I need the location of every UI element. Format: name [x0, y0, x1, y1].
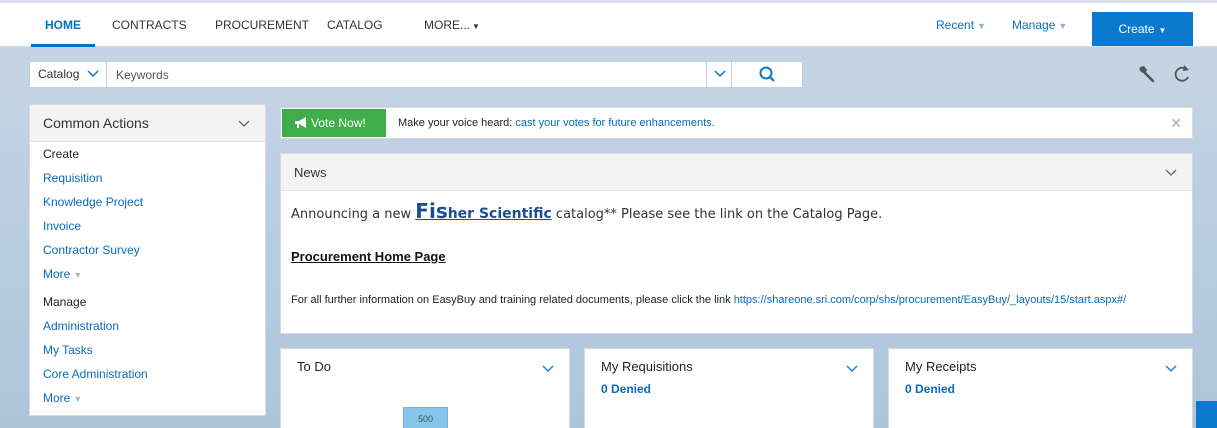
vote-message: Make your voice heard: cast your votes f… — [398, 108, 715, 138]
requisitions-denied-link[interactable]: 0 Denied — [601, 382, 651, 396]
news-further-info: For all further information on EasyBuy a… — [291, 293, 1171, 307]
vote-link[interactable]: cast your votes for future enhancements. — [515, 117, 714, 129]
vote-text: Make your voice heard: — [398, 117, 513, 129]
create-label: Create — [1118, 22, 1155, 36]
news-title: News — [294, 165, 327, 180]
requisitions-title: My Requisitions — [601, 359, 693, 374]
news-announcement: Announcing a new Fisher Scientific catal… — [291, 198, 882, 228]
vote-now-button[interactable]: Vote Now! — [282, 109, 386, 137]
chevron-down-icon[interactable] — [541, 361, 555, 375]
todo-widget: To Do 500 — [280, 348, 570, 428]
easybuy-link[interactable]: https://shareone.sri.com/corp/shs/procur… — [734, 294, 1127, 306]
create-heading: Create — [43, 147, 80, 161]
tab-catalog[interactable]: CATALOG — [327, 3, 383, 47]
common-actions-list: Create Requisition Knowledge Project Inv… — [30, 142, 265, 410]
top-nav: HOME CONTRACTS PROCUREMENT CATALOG MORE.… — [0, 3, 1217, 47]
action-administration[interactable]: Administration — [43, 314, 265, 338]
action-requisition[interactable]: Requisition — [43, 166, 265, 190]
chevron-down-icon — [237, 105, 251, 142]
procurement-home-link[interactable]: Procurement Home Page — [291, 249, 446, 264]
recent-menu[interactable]: Recent ▼ — [936, 3, 986, 47]
chevron-down-icon[interactable] — [1164, 361, 1178, 375]
vote-now-label: Vote Now! — [311, 116, 366, 130]
tab-home[interactable]: HOME — [31, 3, 95, 47]
news-header[interactable]: News — [281, 154, 1192, 191]
manage-more-label: More — [43, 391, 71, 405]
announce-suffix: catalog** Please see the link on the Cat… — [555, 207, 883, 222]
requisitions-widget: My Requisitions 0 Denied — [584, 348, 874, 428]
recent-label: Recent — [936, 18, 975, 32]
tab-procurement[interactable]: PROCUREMENT — [215, 3, 309, 47]
chevron-down-icon — [714, 70, 726, 77]
manage-heading: Manage — [43, 295, 87, 309]
action-my-tasks[interactable]: My Tasks — [43, 338, 265, 362]
search-input[interactable] — [108, 62, 734, 87]
fisher-big-text: Fis — [415, 199, 448, 223]
action-contractor-survey[interactable]: Contractor Survey — [43, 238, 265, 262]
caret-down-icon: ▼ — [73, 394, 83, 404]
announce-prefix: Announcing a new — [291, 207, 412, 222]
wrench-icon[interactable] — [1137, 63, 1159, 85]
common-actions-header[interactable]: Common Actions — [30, 105, 265, 142]
caret-down-icon: ▼ — [472, 22, 480, 31]
news-panel: News Announcing a new Fisher Scientific … — [280, 153, 1193, 334]
action-invoice[interactable]: Invoice — [43, 214, 265, 238]
caret-down-icon: ▼ — [977, 21, 986, 31]
search-category-select[interactable]: Catalog — [30, 62, 107, 87]
tab-more-label: MORE... — [424, 18, 471, 32]
receipts-title: My Receipts — [905, 359, 977, 374]
manage-more-link[interactable]: More ▼ — [43, 386, 265, 410]
todo-title: To Do — [297, 359, 331, 374]
search-options-dropdown[interactable] — [706, 62, 732, 87]
chevron-down-icon — [1164, 154, 1178, 191]
tab-contracts[interactable]: CONTRACTS — [112, 3, 187, 47]
chevron-down-icon — [87, 62, 99, 87]
search-button[interactable] — [733, 62, 803, 87]
common-actions-panel: Common Actions Create Requisition Knowle… — [29, 104, 266, 416]
tab-more[interactable]: MORE... ▼ — [424, 3, 480, 47]
search-bar: Catalog — [29, 61, 803, 88]
refresh-icon[interactable] — [1171, 63, 1193, 85]
fisher-scientific-link[interactable]: Fisher Scientific — [415, 199, 552, 223]
action-core-administration[interactable]: Core Administration — [43, 362, 265, 386]
further-text: For all further information on EasyBuy a… — [291, 294, 731, 306]
create-more-label: More — [43, 267, 71, 281]
chevron-down-icon[interactable] — [845, 361, 859, 375]
vote-banner: Vote Now! Make your voice heard: cast yo… — [280, 107, 1193, 139]
caret-down-icon: ▼ — [73, 270, 83, 280]
manage-label: Manage — [1012, 18, 1056, 32]
create-button[interactable]: Create ▼ — [1092, 12, 1193, 46]
megaphone-icon — [294, 111, 308, 139]
todo-bar[interactable]: 500 — [403, 407, 448, 428]
feedback-tab[interactable] — [1196, 401, 1217, 428]
fisher-rest-text: her Scientific — [447, 206, 552, 222]
search-icon — [759, 66, 775, 82]
receipts-denied-link[interactable]: 0 Denied — [905, 382, 955, 396]
caret-down-icon: ▼ — [1058, 21, 1068, 31]
receipts-widget: My Receipts 0 Denied — [888, 348, 1193, 428]
create-more-link[interactable]: More ▼ — [43, 262, 265, 286]
search-category-label: Catalog — [38, 67, 80, 81]
caret-down-icon: ▼ — [1158, 26, 1167, 35]
close-icon[interactable]: ✕ — [1170, 108, 1182, 138]
common-actions-title: Common Actions — [43, 115, 149, 131]
action-knowledge-project[interactable]: Knowledge Project — [43, 190, 265, 214]
manage-menu[interactable]: Manage ▼ — [1012, 3, 1067, 47]
